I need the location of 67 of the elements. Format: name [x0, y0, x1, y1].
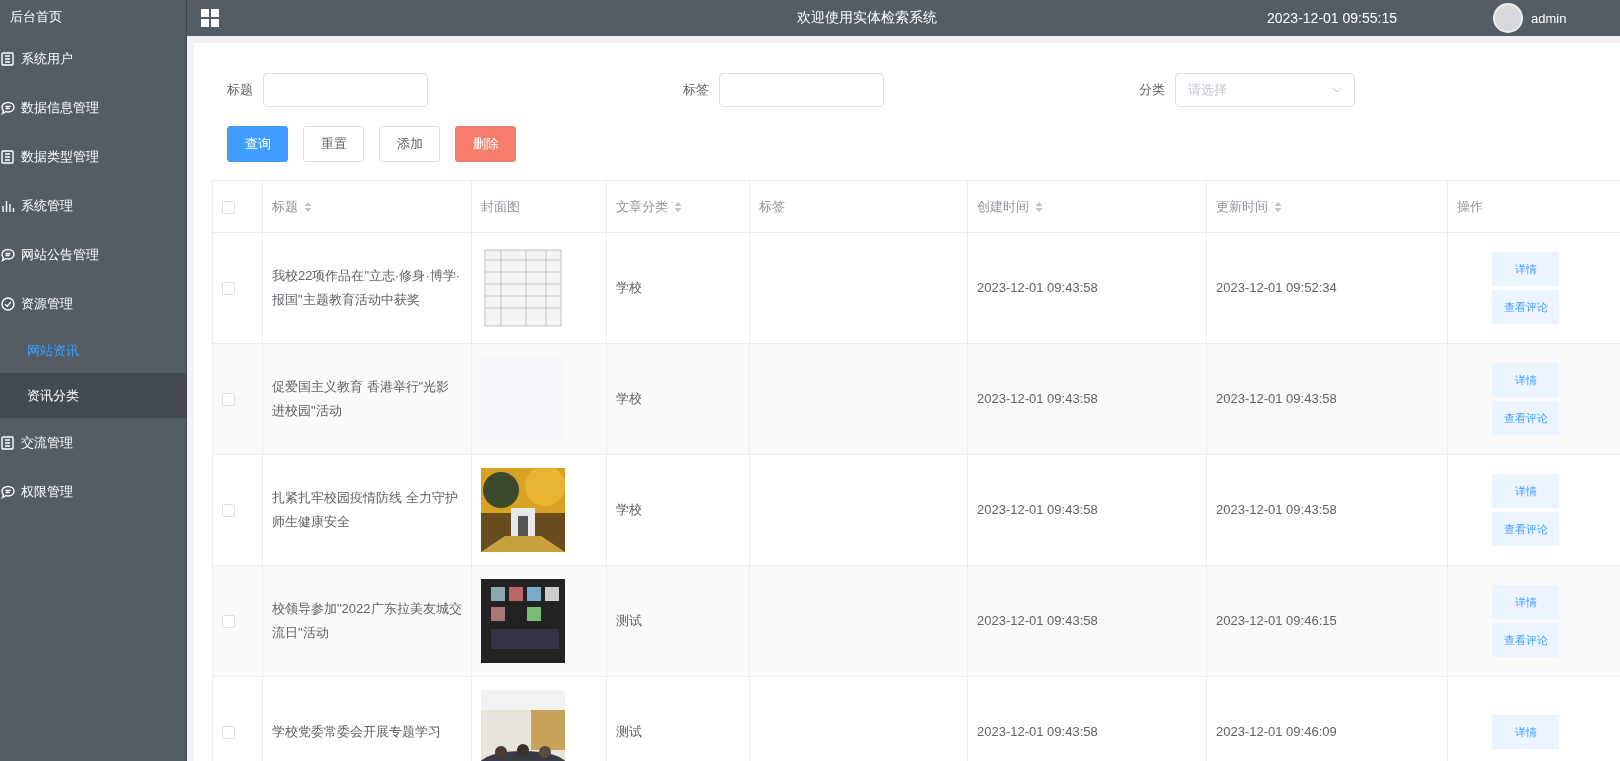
created-time: 2023-12-01 09:43:58 [977, 724, 1098, 739]
action-button[interactable]: 添加 [379, 126, 440, 162]
checkbox[interactable] [222, 393, 235, 407]
menu-item[interactable]: 数据类型管理 [0, 132, 186, 181]
column-header: 更新时间 [1216, 198, 1268, 214]
checkbox[interactable] [222, 201, 235, 215]
sort-icon[interactable] [1274, 201, 1282, 214]
updated-time: 2023-12-01 09:46:15 [1216, 613, 1337, 628]
input-field[interactable] [719, 73, 884, 107]
category-text: 学校 [616, 502, 642, 517]
chevron-down-icon [1332, 87, 1342, 93]
menu-item[interactable]: 交流管理 [0, 418, 186, 467]
category-text: 测试 [616, 724, 642, 739]
filter-label: 标签 [683, 81, 709, 99]
document-icon [0, 50, 16, 67]
menu-item[interactable]: 网站公告管理 [0, 230, 186, 279]
filter-label: 标题 [227, 81, 253, 99]
username[interactable]: admin [1531, 10, 1567, 26]
filter-label: 分类 [1139, 81, 1165, 99]
home-link[interactable]: 后台首页 [0, 0, 186, 34]
category-text: 测试 [616, 613, 642, 628]
menu-item[interactable]: 数据信息管理 [0, 83, 186, 132]
column-header: 操作 [1457, 198, 1483, 214]
checkbox[interactable] [222, 615, 235, 629]
updated-time: 2023-12-01 09:46:09 [1216, 724, 1337, 739]
checkbox[interactable] [222, 504, 235, 518]
menu-item[interactable]: 系统管理 [0, 181, 186, 230]
submenu-item[interactable]: 资讯分类 [0, 373, 186, 418]
created-time: 2023-12-01 09:43:58 [977, 391, 1098, 406]
updated-time: 2023-12-01 09:43:58 [1216, 502, 1337, 517]
column-header: 封面图 [481, 198, 520, 214]
article-title: 促爱国主义教育 香港举行"光影进校园"活动 [272, 379, 450, 418]
grid-icon[interactable] [201, 9, 219, 27]
check-circle-icon [0, 295, 16, 312]
sort-icon[interactable] [1035, 201, 1043, 214]
updated-time: 2023-12-01 09:43:58 [1216, 391, 1337, 406]
sort-icon[interactable] [304, 201, 312, 214]
article-title: 我校22项作品在"立志·修身·博学·报国"主题教育活动中获奖 [272, 268, 461, 307]
column-header: 标签 [759, 198, 785, 214]
created-time: 2023-12-01 09:43:58 [977, 280, 1098, 295]
menu-item[interactable]: 系统用户 [0, 34, 186, 83]
input-field[interactable] [263, 73, 428, 107]
document-icon [0, 434, 16, 451]
updated-time: 2023-12-01 09:52:34 [1216, 280, 1337, 295]
menu-item[interactable]: 权限管理 [0, 467, 186, 516]
chat-icon [0, 246, 16, 263]
category-text: 学校 [616, 280, 642, 295]
column-header: 标题 [272, 198, 298, 214]
document-icon [0, 148, 16, 165]
article-title: 校领导参加"2022广东拉美友城交流日"活动 [272, 601, 462, 640]
category-text: 学校 [616, 391, 642, 406]
avatar[interactable] [1493, 3, 1523, 33]
column-header: 文章分类 [616, 198, 668, 214]
sort-icon[interactable] [674, 201, 682, 214]
created-time: 2023-12-01 09:43:58 [977, 613, 1098, 628]
created-time: 2023-12-01 09:43:58 [977, 502, 1098, 517]
article-title: 扎紧扎牢校园疫情防线 全力守护师生健康安全 [272, 490, 458, 529]
chat-icon [0, 99, 16, 116]
column-header: 创建时间 [977, 198, 1029, 214]
checkbox[interactable] [222, 726, 235, 740]
clock-text: 2023-12-01 09:55:15 [1267, 10, 1397, 26]
menu-item[interactable]: 资源管理 [0, 279, 186, 328]
article-title: 学校党委常委会开展专题学习 [272, 724, 441, 739]
chat-icon [0, 483, 16, 500]
action-button[interactable]: 重置 [303, 126, 364, 162]
page-title: 欢迎使用实体检索系统 [797, 9, 938, 27]
checkbox[interactable] [222, 282, 235, 296]
